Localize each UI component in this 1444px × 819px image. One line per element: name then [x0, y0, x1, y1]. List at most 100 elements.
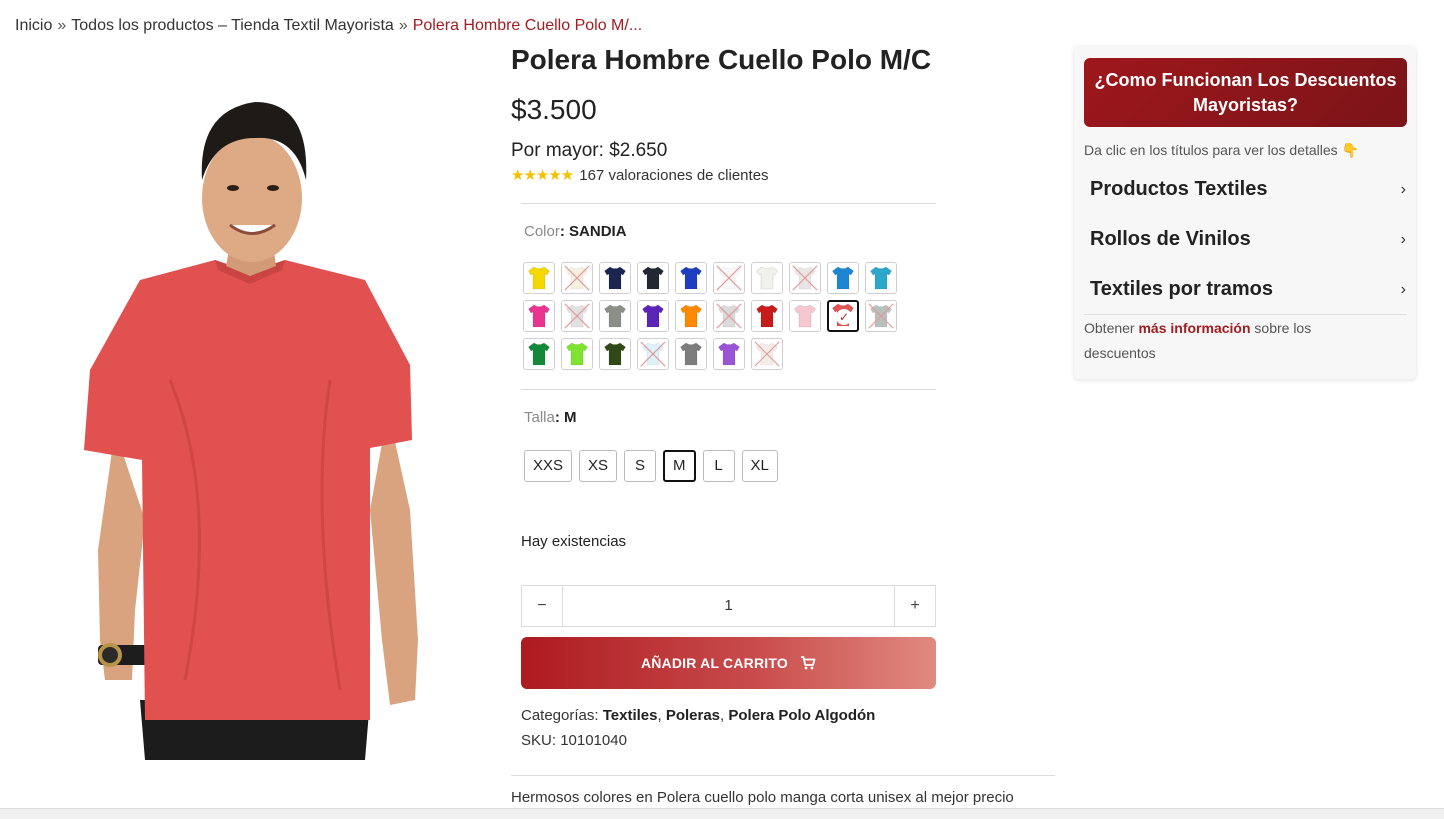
accordion-title: Rollos de Vinilos	[1090, 228, 1251, 250]
breadcrumb-home-link[interactable]: Inicio	[15, 17, 52, 34]
cart-icon	[801, 656, 816, 670]
quantity-stepper: − 1 +	[521, 585, 936, 627]
more-info-link[interactable]: más información	[1138, 320, 1250, 336]
category-link[interactable]: Poleras	[666, 707, 720, 724]
size-option-xxs[interactable]: XXS	[524, 450, 573, 482]
color-swatch[interactable]	[637, 262, 669, 294]
check-icon: ✓	[836, 309, 852, 325]
discount-banner-button[interactable]: ¿Como Funcionan Los Descuentos Mayorista…	[1084, 58, 1407, 127]
category-separator: ,	[657, 707, 662, 724]
color-swatch[interactable]	[751, 338, 783, 370]
reviews-link[interactable]: 167 valoraciones de clientes	[579, 167, 768, 184]
more-info-prefix: Obtener	[1084, 320, 1139, 336]
quantity-decrease-button[interactable]: −	[522, 586, 562, 626]
unavailable-cross-icon	[564, 303, 590, 329]
color-swatch[interactable]	[789, 262, 821, 294]
star-rating-icon: ★★★★★	[511, 167, 574, 184]
color-swatch[interactable]	[523, 262, 555, 294]
breadcrumb: Inicio » Todos los productos – Tienda Text…	[15, 17, 642, 35]
color-swatch[interactable]	[865, 262, 897, 294]
color-swatch[interactable]	[713, 338, 745, 370]
tshirt-icon	[642, 304, 664, 328]
product-price: $3.500	[511, 94, 597, 125]
sku-value: 10101040	[560, 732, 627, 749]
more-info-text: Obtener más información sobre los descue…	[1084, 316, 1384, 366]
breadcrumb-category-link[interactable]: Todos los productos – Tienda Textil Mayo…	[71, 17, 394, 34]
tshirt-icon	[604, 266, 626, 290]
accordion-productos-textiles[interactable]: Productos Textiles ›	[1090, 178, 1406, 201]
color-swatch[interactable]	[599, 300, 631, 332]
color-swatch[interactable]	[599, 338, 631, 370]
tshirt-icon	[832, 266, 854, 290]
color-swatch[interactable]: ✓	[827, 300, 859, 332]
color-swatches: ✓	[523, 262, 913, 370]
sku-label: SKU:	[521, 732, 557, 749]
color-swatch[interactable]	[713, 300, 745, 332]
tshirt-icon	[528, 304, 550, 328]
size-option-xl[interactable]: XL	[741, 450, 778, 482]
chevron-right-icon: ›	[1400, 180, 1406, 198]
size-option-m[interactable]: M	[663, 450, 696, 482]
unavailable-cross-icon	[868, 303, 894, 329]
color-swatch[interactable]	[675, 300, 707, 332]
horizontal-scrollbar[interactable]	[0, 808, 1444, 819]
color-swatch[interactable]	[713, 262, 745, 294]
size-option-xs[interactable]: XS	[579, 450, 618, 482]
product-image[interactable]	[70, 80, 440, 760]
size-option-l[interactable]: L	[702, 450, 735, 482]
color-swatch[interactable]	[637, 300, 669, 332]
divider	[1084, 314, 1407, 315]
wholesale-price: Por mayor: $2.650	[511, 140, 668, 161]
divider	[521, 203, 936, 204]
accordion-textiles-por-tramos[interactable]: Textiles por tramos ›	[1090, 278, 1406, 301]
discount-sidebar: ¿Como Funcionan Los Descuentos Mayorista…	[1074, 46, 1416, 379]
color-swatch[interactable]	[561, 338, 593, 370]
tshirt-icon	[756, 304, 778, 328]
category-link[interactable]: Polera Polo Algodón	[728, 707, 875, 724]
quantity-increase-button[interactable]: +	[895, 586, 935, 626]
tshirt-icon	[680, 304, 702, 328]
color-swatch[interactable]	[561, 300, 593, 332]
tshirt-icon	[566, 342, 588, 366]
color-swatch[interactable]	[675, 338, 707, 370]
chevron-right-icon: ›	[1400, 230, 1406, 248]
color-swatch[interactable]	[599, 262, 631, 294]
color-swatch[interactable]	[561, 262, 593, 294]
divider	[521, 389, 936, 390]
size-label: Talla	[524, 409, 555, 426]
categories-label: Categorías:	[521, 707, 599, 724]
size-options: XXS XS S M L XL	[524, 450, 778, 482]
color-attribute-label: Color: SANDIA	[524, 223, 627, 240]
tshirt-icon	[680, 266, 702, 290]
tshirt-icon	[718, 342, 740, 366]
stock-status: Hay existencias	[521, 533, 627, 550]
size-option-s[interactable]: S	[624, 450, 657, 482]
color-swatch[interactable]	[523, 300, 555, 332]
accordion-title: Textiles por tramos	[1090, 278, 1274, 300]
color-swatch[interactable]	[751, 262, 783, 294]
tshirt-icon	[604, 304, 626, 328]
unavailable-cross-icon	[754, 341, 780, 367]
category-separator: ,	[720, 707, 725, 724]
color-swatch[interactable]	[523, 338, 555, 370]
tshirt-icon	[794, 304, 816, 328]
chevron-right-icon: ›	[1400, 280, 1406, 298]
color-swatch[interactable]	[865, 300, 897, 332]
accordion-rollos-de-vinilos[interactable]: Rollos de Vinilos ›	[1090, 228, 1406, 251]
divider	[511, 775, 1055, 776]
tshirt-icon	[642, 266, 664, 290]
breadcrumb-separator: »	[57, 17, 67, 34]
color-selected-value: : SANDIA	[559, 223, 627, 240]
color-swatch[interactable]	[675, 262, 707, 294]
quantity-input[interactable]: 1	[562, 586, 895, 626]
unavailable-cross-icon	[640, 341, 666, 367]
color-swatch[interactable]	[789, 300, 821, 332]
add-to-cart-button[interactable]: AÑADIR AL CARRITO	[521, 637, 936, 689]
unavailable-cross-icon	[716, 303, 742, 329]
color-swatch[interactable]	[637, 338, 669, 370]
product-categories: Categorías: Textiles, Poleras, Polera Po…	[521, 707, 875, 724]
tshirt-icon	[756, 266, 778, 290]
category-link[interactable]: Textiles	[603, 707, 658, 724]
color-swatch[interactable]	[827, 262, 859, 294]
color-swatch[interactable]	[751, 300, 783, 332]
